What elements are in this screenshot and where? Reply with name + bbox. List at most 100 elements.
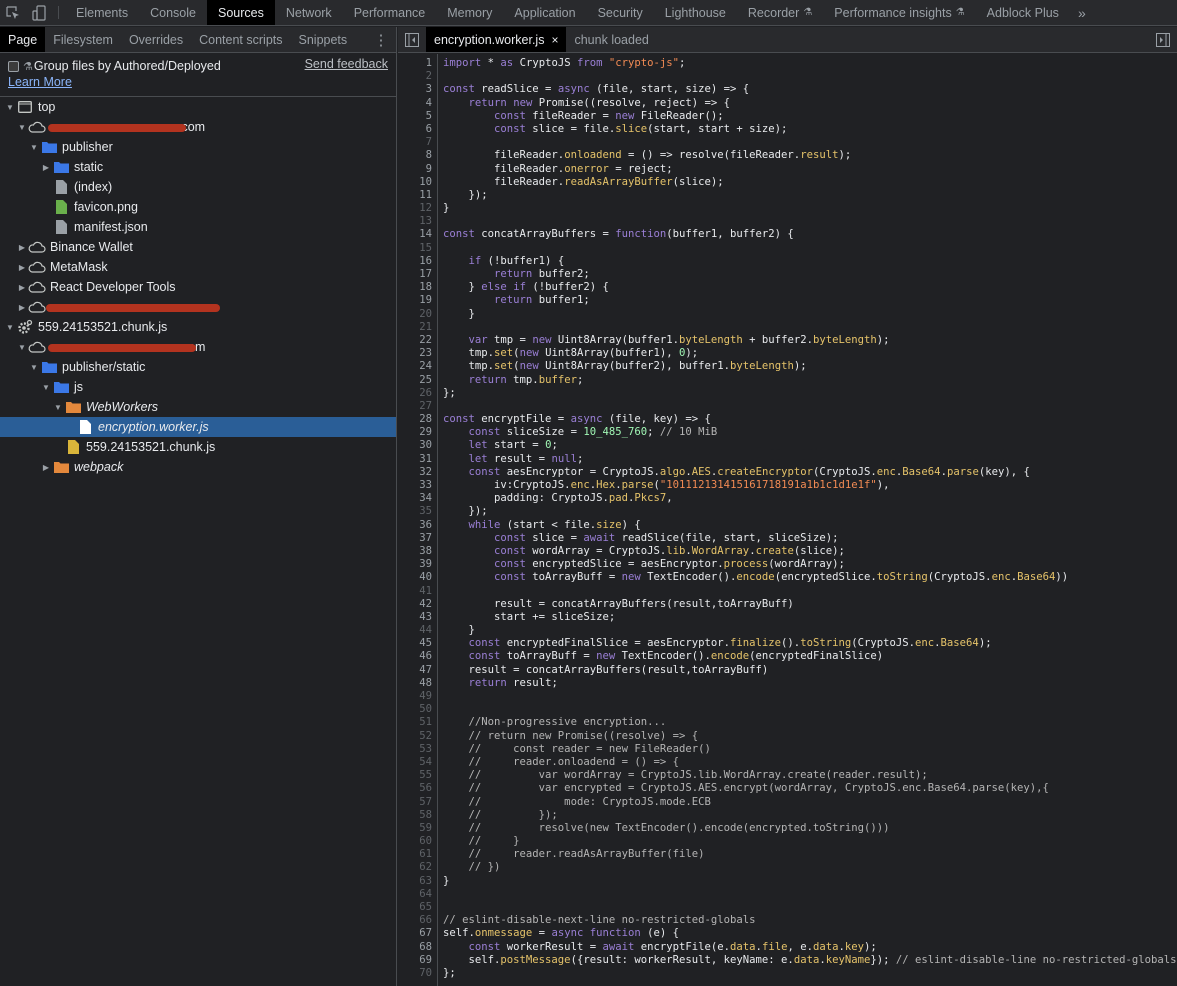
code-line[interactable]: 27 — [398, 400, 1177, 413]
tree-folder-row[interactable]: ▶ static — [0, 157, 396, 177]
line-number[interactable]: 7 — [398, 136, 436, 149]
inspect-element-icon[interactable] — [0, 0, 26, 25]
line-number[interactable]: 37 — [398, 532, 436, 545]
code-line[interactable]: 1 import * as CryptoJS from "crypto-js"; — [398, 57, 1177, 70]
tree-file-row[interactable]: 559.24153521.chunk.js — [0, 437, 396, 457]
tree-folder-row[interactable]: ▼ js — [0, 377, 396, 397]
line-number[interactable]: 69 — [398, 954, 436, 967]
expand-down-icon[interactable]: ▼ — [4, 103, 16, 112]
code-line[interactable]: 50 — [398, 703, 1177, 716]
expand-right-icon[interactable]: ▶ — [16, 243, 28, 252]
line-number[interactable]: 4 — [398, 97, 436, 110]
line-number[interactable]: 42 — [398, 598, 436, 611]
line-number[interactable]: 30 — [398, 439, 436, 452]
expand-down-icon[interactable]: ▼ — [28, 143, 40, 152]
code-line[interactable]: 16 if (!buffer1) { — [398, 255, 1177, 268]
line-number[interactable]: 28 — [398, 413, 436, 426]
line-number[interactable]: 58 — [398, 809, 436, 822]
expand-right-icon[interactable]: ▶ — [40, 163, 52, 172]
code-line[interactable]: 3 const readSlice = async (file, start, s… — [398, 83, 1177, 96]
code-line[interactable]: 48 return result; — [398, 677, 1177, 690]
code-line[interactable]: 44 } — [398, 624, 1177, 637]
code-line[interactable]: 46 const toArrayBuff = new TextEncoder()… — [398, 650, 1177, 663]
code-line[interactable]: 36 while (start < file.size) { — [398, 519, 1177, 532]
code-line[interactable]: 9 fileReader.onerror = reject; — [398, 163, 1177, 176]
tab-recorder[interactable]: Recorder ⚗ — [737, 0, 823, 25]
line-number[interactable]: 38 — [398, 545, 436, 558]
line-number[interactable]: 52 — [398, 730, 436, 743]
line-number[interactable]: 63 — [398, 875, 436, 888]
code-line[interactable]: 5 const fileReader = new FileReader(); — [398, 110, 1177, 123]
tree-folder-row[interactable]: ▼ top — [0, 97, 396, 117]
navigator-tab-overrides[interactable]: Overrides — [121, 27, 191, 52]
code-line[interactable]: 59 // resolve(new TextEncoder().encode(e… — [398, 822, 1177, 835]
editor-tab-encryption-worker-js[interactable]: encryption.worker.js × — [426, 27, 567, 52]
code-line[interactable]: 69 self.postMessage({result: workerResul… — [398, 954, 1177, 967]
code-line[interactable]: 24 tmp.set(new Uint8Array(buffer2), buff… — [398, 360, 1177, 373]
line-number[interactable]: 23 — [398, 347, 436, 360]
code-line[interactable]: 2 — [398, 70, 1177, 83]
tab-application[interactable]: Application — [503, 0, 586, 25]
tree-folder-row[interactable]: ▼ 559.24153521.chunk.js — [0, 317, 396, 337]
tree-folder-row[interactable]: ▶ React Developer Tools — [0, 277, 396, 297]
tab-sources[interactable]: Sources — [206, 0, 275, 25]
tab-security[interactable]: Security — [587, 0, 654, 25]
tree-folder-row[interactable]: ▶ MetaMask — [0, 257, 396, 277]
code-line[interactable]: 28 const encryptFile = async (file, key) … — [398, 413, 1177, 426]
code-line[interactable]: 10 fileReader.readAsArrayBuffer(slice); — [398, 176, 1177, 189]
line-number[interactable]: 51 — [398, 716, 436, 729]
code-line[interactable]: 66 // eslint-disable-next-line no-restric… — [398, 914, 1177, 927]
line-number[interactable]: 36 — [398, 519, 436, 532]
code-line[interactable]: 39 const encryptedSlice = aesEncryptor.p… — [398, 558, 1177, 571]
learn-more-link[interactable]: Learn More — [8, 75, 72, 89]
tab-performance-insights[interactable]: Performance insights ⚗ — [823, 0, 975, 25]
tab-elements[interactable]: Elements — [65, 0, 139, 25]
navigator-more-menu-icon[interactable]: ⋮ — [366, 27, 396, 52]
line-number[interactable]: 43 — [398, 611, 436, 624]
line-number[interactable]: 64 — [398, 888, 436, 901]
code-line[interactable]: 8 fileReader.onloadend = () => resolve(f… — [398, 149, 1177, 162]
code-line[interactable]: 32 const aesEncryptor = CryptoJS.algo.AE… — [398, 466, 1177, 479]
line-number[interactable]: 12 — [398, 202, 436, 215]
line-number[interactable]: 14 — [398, 228, 436, 241]
line-number[interactable]: 59 — [398, 822, 436, 835]
line-number[interactable]: 34 — [398, 492, 436, 505]
navigator-tab-filesystem[interactable]: Filesystem — [45, 27, 121, 52]
line-number[interactable]: 49 — [398, 690, 436, 703]
code-line[interactable]: 25 return tmp.buffer; — [398, 374, 1177, 387]
code-line[interactable]: 52 // return new Promise((resolve) => { — [398, 730, 1177, 743]
code-line[interactable]: 4 return new Promise((resolve, reject) =… — [398, 97, 1177, 110]
line-number[interactable]: 35 — [398, 505, 436, 518]
code-line[interactable]: 17 return buffer2; — [398, 268, 1177, 281]
code-line[interactable]: 23 tmp.set(new Uint8Array(buffer1), 0); — [398, 347, 1177, 360]
line-number[interactable]: 29 — [398, 426, 436, 439]
tab-memory[interactable]: Memory — [436, 0, 503, 25]
code-line[interactable]: 15 — [398, 242, 1177, 255]
tree-folder-row[interactable]: ▶ Binance Wallet — [0, 237, 396, 257]
code-line[interactable]: 47 result = concatArrayBuffers(result,to… — [398, 664, 1177, 677]
tab-performance[interactable]: Performance — [343, 0, 437, 25]
code-line[interactable]: 64 — [398, 888, 1177, 901]
code-line[interactable]: 49 — [398, 690, 1177, 703]
line-number[interactable]: 21 — [398, 321, 436, 334]
line-number[interactable]: 60 — [398, 835, 436, 848]
line-number[interactable]: 56 — [398, 782, 436, 795]
line-number[interactable]: 13 — [398, 215, 436, 228]
line-number[interactable]: 48 — [398, 677, 436, 690]
line-number[interactable]: 61 — [398, 848, 436, 861]
code-line[interactable]: 19 return buffer1; — [398, 294, 1177, 307]
expand-down-icon[interactable]: ▼ — [52, 403, 64, 412]
code-line[interactable]: 68 const workerResult = await encryptFil… — [398, 941, 1177, 954]
close-tab-icon[interactable]: × — [551, 33, 558, 47]
code-line[interactable]: 51 //Non-progressive encryption... — [398, 716, 1177, 729]
toggle-debugger-icon[interactable] — [1149, 27, 1177, 52]
tree-folder-row[interactable]: ▼ om — [0, 337, 396, 357]
line-number[interactable]: 39 — [398, 558, 436, 571]
line-number[interactable]: 40 — [398, 571, 436, 584]
code-line[interactable]: 33 iv:CryptoJS.enc.Hex.parse("1011121314… — [398, 479, 1177, 492]
tree-file-row[interactable]: (index) — [0, 177, 396, 197]
line-number[interactable]: 46 — [398, 650, 436, 663]
line-number[interactable]: 11 — [398, 189, 436, 202]
code-line[interactable]: 58 // }); — [398, 809, 1177, 822]
tab-console[interactable]: Console — [139, 0, 207, 25]
